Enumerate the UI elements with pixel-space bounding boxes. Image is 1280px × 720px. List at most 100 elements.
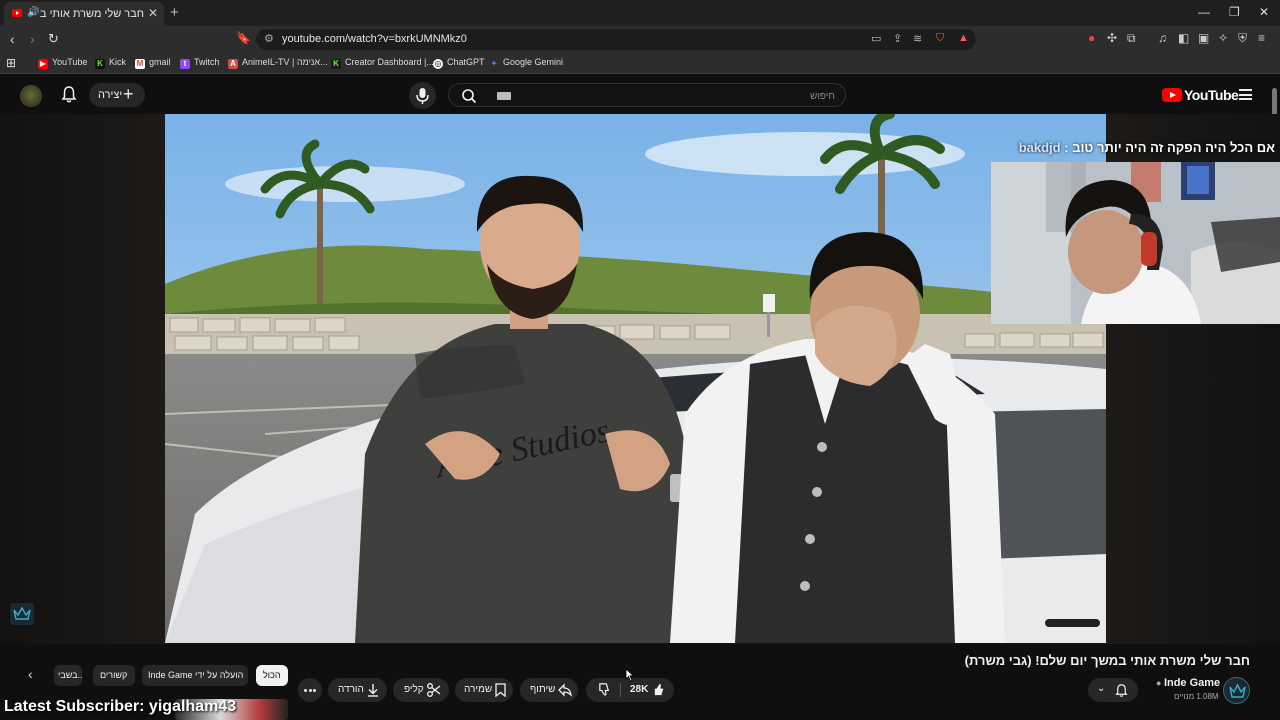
restore-icon[interactable]: ❐ bbox=[1229, 5, 1240, 19]
kick-icon: K bbox=[95, 59, 105, 69]
window-close-icon[interactable]: ✕ bbox=[1259, 5, 1269, 19]
chip-related[interactable]: קשורים bbox=[93, 665, 135, 686]
subscribed-button[interactable]: ⌄ bbox=[1088, 678, 1138, 702]
keyboard-icon[interactable] bbox=[497, 92, 511, 100]
animeil-icon: A bbox=[228, 59, 238, 69]
bookmark-icon[interactable]: 🔖 bbox=[236, 31, 251, 45]
share-button[interactable]: שיתוף bbox=[520, 678, 578, 702]
chip-uploaded-by[interactable]: הועלה על ידי Inde Game bbox=[142, 665, 248, 686]
new-tab-icon[interactable]: + bbox=[170, 4, 179, 21]
search-box[interactable] bbox=[448, 83, 846, 107]
youtube-play-icon bbox=[1162, 88, 1182, 102]
sidebar-icon[interactable]: ◧ bbox=[1178, 31, 1189, 45]
bookmark-chatgpt[interactable]: ◎ ChatGPT bbox=[433, 57, 485, 71]
youtube-favicon-icon bbox=[12, 9, 22, 17]
bookmark-twitch[interactable]: t Twitch bbox=[180, 57, 220, 71]
download-button[interactable]: הורדה bbox=[328, 678, 387, 702]
brave-shields-icon[interactable]: ⛉ bbox=[936, 32, 944, 45]
channel-avatar[interactable] bbox=[1223, 677, 1250, 704]
more-dot-icon bbox=[308, 689, 312, 692]
video-player[interactable]: Acne Studios אם הכל היה הפקה זה היה יותר… bbox=[0, 114, 1280, 644]
vpn-icon[interactable]: ⛨ bbox=[1238, 31, 1247, 46]
share-page-icon[interactable]: ⇪ bbox=[893, 32, 902, 45]
menu-icon[interactable]: ≡ bbox=[1258, 31, 1265, 45]
overlay-message-text: אם הכל היה הפקה זה היה יותר טוב : bbox=[1064, 140, 1275, 155]
share-label: שיתוף bbox=[530, 684, 556, 695]
more-dot-icon bbox=[313, 689, 316, 692]
overlay-username: bakdjd bbox=[1018, 140, 1061, 155]
clip-button[interactable]: קליפ bbox=[393, 678, 449, 702]
chevron-down-icon: ⌄ bbox=[1097, 683, 1106, 694]
extensions-icon[interactable]: ✣ bbox=[1107, 31, 1117, 45]
share-icon bbox=[558, 683, 572, 697]
site-info-icon[interactable]: ⚙ bbox=[264, 32, 274, 45]
download-icon bbox=[368, 684, 378, 697]
dislike-icon[interactable] bbox=[597, 682, 612, 697]
voice-search-button[interactable] bbox=[409, 82, 436, 109]
gemini-icon: ✦ bbox=[490, 59, 498, 68]
brave-rewards-icon[interactable]: ▲ bbox=[958, 32, 969, 44]
account-avatar[interactable] bbox=[20, 85, 42, 107]
notification-bell-icon bbox=[1115, 684, 1128, 697]
stream-chat-overlay: אם הכל היה הפקה זה היה יותר טוב : bakdjd bbox=[1000, 140, 1275, 155]
scissors-icon bbox=[427, 683, 441, 697]
bookmark-gemini[interactable]: ✦ Google Gemini bbox=[489, 57, 563, 71]
screenshot-icon[interactable]: ⧉ bbox=[1127, 31, 1136, 46]
reload-icon[interactable]: ↻ bbox=[48, 31, 59, 47]
chatgpt-icon: ◎ bbox=[433, 59, 443, 69]
creator-dashboard-icon: K bbox=[331, 59, 341, 69]
wallet-icon[interactable]: ▣ bbox=[1198, 31, 1209, 45]
bookmark-animeil[interactable]: A AnimeIL-TV | אנימה... bbox=[228, 57, 328, 71]
twitch-icon: t bbox=[180, 59, 190, 69]
chip-all[interactable]: הכול bbox=[256, 665, 288, 686]
bookmark-youtube[interactable]: ▶ YouTube bbox=[38, 57, 87, 71]
forward-icon[interactable]: › bbox=[30, 31, 35, 47]
bookmark-gmail[interactable]: Mgmail bbox=[135, 57, 171, 71]
address-bar[interactable]: ⚙ youtube.com/watch?v=bxrkUMNMkz0 ▭ ⇪ ≋ … bbox=[256, 29, 976, 50]
tab-close-icon[interactable]: ✕ bbox=[148, 6, 158, 20]
download-label: הורדה bbox=[338, 684, 364, 695]
create-label: יצירה bbox=[98, 89, 123, 101]
browser-tab[interactable]: 🔊 חבר שלי משרת אותי במשך יום... ✕ bbox=[4, 2, 164, 26]
notifications-bell-icon[interactable] bbox=[61, 86, 77, 104]
channel-name[interactable]: ● Inde Game bbox=[1156, 677, 1220, 689]
bookmark-kick[interactable]: K Kick bbox=[95, 57, 126, 71]
chips-scroll-left-icon[interactable]: ‹ bbox=[28, 666, 33, 682]
minimize-icon[interactable]: — bbox=[1198, 5, 1210, 19]
back-icon[interactable]: ‹ bbox=[10, 31, 15, 47]
video-frame[interactable]: Acne Studios bbox=[165, 114, 1106, 643]
cast-icon[interactable]: ▭ bbox=[871, 32, 881, 45]
save-label: שמירה bbox=[464, 684, 493, 695]
browser-tab-strip: 🔊 חבר שלי משרת אותי במשך יום... ✕ + — ❐ … bbox=[0, 0, 1280, 26]
chip-recent[interactable]: בשבי... bbox=[54, 665, 82, 686]
guide-menu-icon[interactable] bbox=[1239, 89, 1252, 100]
video-title: חבר שלי משרת אותי במשך יום שלם! (גבי משר… bbox=[964, 653, 1250, 668]
streamer-webcam bbox=[991, 162, 1280, 324]
like-count[interactable]: 28K bbox=[630, 684, 648, 695]
channel-crown-icon bbox=[1229, 683, 1246, 698]
search-icon[interactable] bbox=[461, 88, 477, 104]
bookmark-creator-dashboard[interactable]: K Creator Dashboard |... bbox=[331, 57, 434, 71]
channel-crown-watermark-icon[interactable] bbox=[10, 603, 34, 625]
tab-title: חבר שלי משרת אותי במשך יום... bbox=[40, 8, 144, 20]
video-info-panel: חבר שלי משרת אותי במשך יום שלם! (גבי משר… bbox=[0, 644, 1280, 720]
latest-subscriber-overlay: Latest Subscriber: yigalham43 bbox=[4, 698, 237, 715]
leo-ai-icon[interactable]: ✧ bbox=[1218, 31, 1228, 45]
media-icon[interactable]: ♫ bbox=[1158, 31, 1167, 45]
search-input[interactable] bbox=[535, 87, 835, 105]
youtube-wordmark: YouTube bbox=[1184, 87, 1239, 103]
extension-record-icon[interactable]: ● bbox=[1088, 31, 1095, 45]
gmail-icon: M bbox=[135, 59, 145, 69]
verified-icon: ● bbox=[1156, 678, 1164, 688]
more-actions-button[interactable] bbox=[298, 678, 322, 702]
apps-grid-icon[interactable]: ⊞ bbox=[6, 56, 16, 70]
url-text: youtube.com/watch?v=bxrkUMNMkz0 bbox=[282, 33, 467, 45]
ambient-left bbox=[0, 114, 165, 644]
create-button[interactable]: יצירה + bbox=[89, 83, 145, 107]
rss-icon[interactable]: ≋ bbox=[913, 32, 922, 45]
subscriber-count: 1.08M מנויים bbox=[1174, 692, 1219, 701]
save-button[interactable]: שמירה bbox=[455, 678, 513, 702]
speaker-icon[interactable]: 🔊 bbox=[27, 7, 39, 18]
like-separator bbox=[620, 683, 621, 697]
like-icon[interactable] bbox=[652, 682, 667, 697]
